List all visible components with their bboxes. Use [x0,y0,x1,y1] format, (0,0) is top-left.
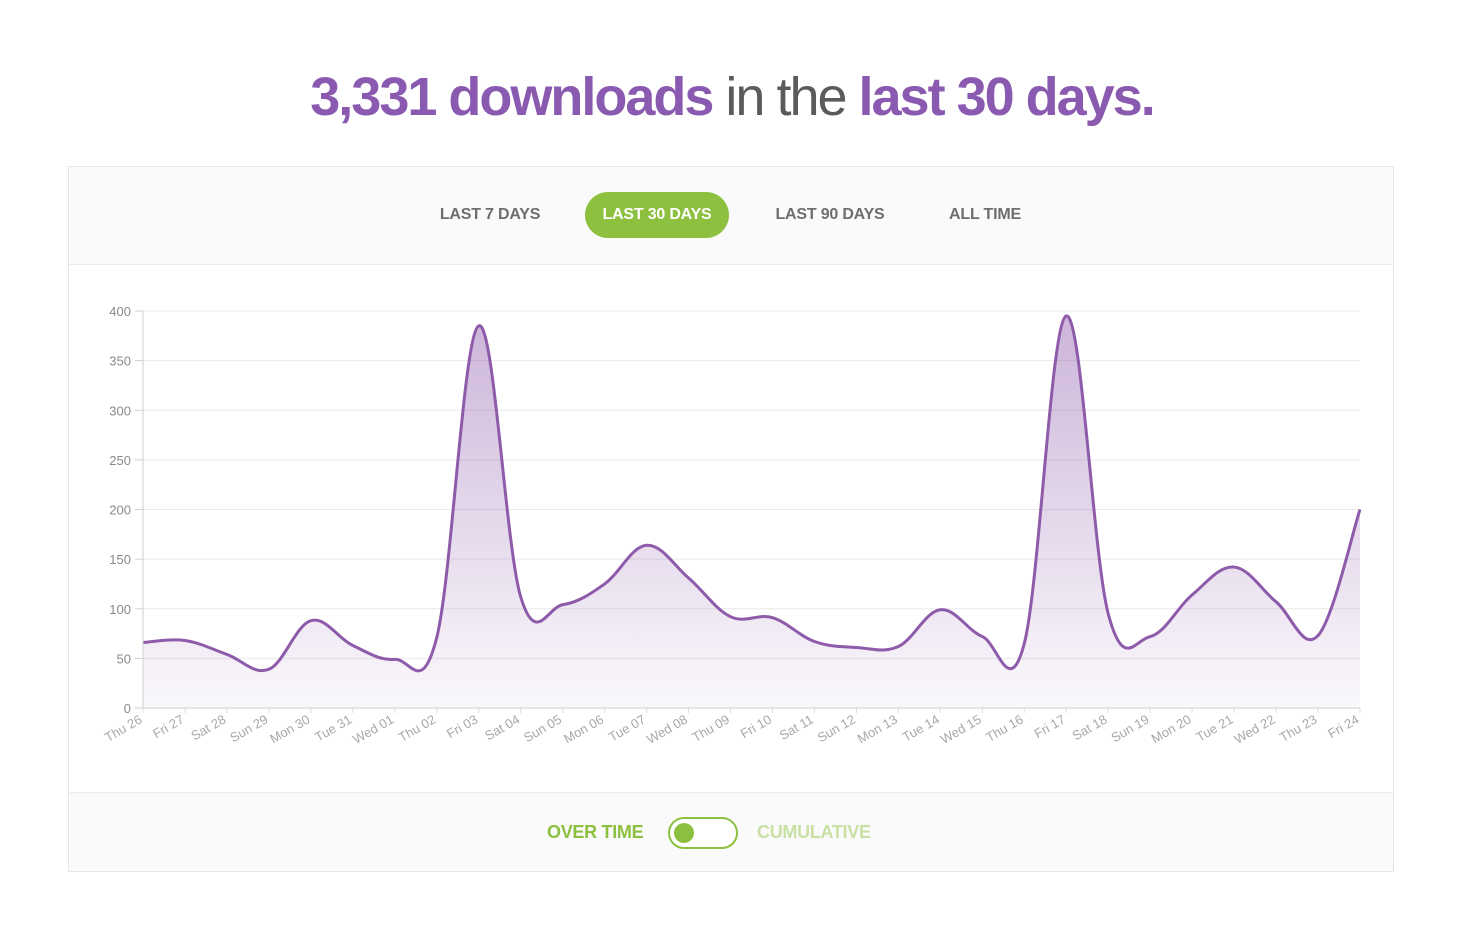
y-tick-label: 100 [109,602,131,617]
x-tick-label: Sat 04 [482,712,522,744]
data-point[interactable] [1060,310,1072,322]
y-tick-label: 150 [109,552,131,567]
data-point[interactable] [1186,589,1198,601]
data-point[interactable] [641,539,653,551]
x-tick-label: Sat 18 [1070,712,1110,744]
x-tick-label: Thu 09 [689,712,732,745]
downloads-chart: 050100150200250300350400 Thu 26 Fri 27 Sat… [102,304,1366,747]
x-tick-label: Sun 12 [815,712,858,746]
data-point[interactable] [725,611,737,623]
view-mode-toggle-bar: OVER TIME CUMULATIVE [69,792,1393,871]
x-tick-label: Thu 16 [983,712,1026,745]
headline-middle: in the [712,67,859,127]
x-tick-label: Sat 11 [777,712,816,743]
view-mode-switch[interactable] [668,817,738,849]
tab-all-time[interactable]: ALL TIME [927,192,1043,238]
data-point[interactable] [1102,608,1114,620]
data-point[interactable] [221,648,233,660]
x-tick-label: Mon 13 [855,712,900,747]
y-tick-label: 250 [109,453,131,468]
x-tick-label: Fri 27 [150,712,186,742]
x-tick-label: Mon 06 [561,712,606,747]
tab-last-90-days[interactable]: LAST 90 DAYS [757,192,903,238]
x-tick-label: Wed 15 [938,712,984,747]
x-tick-label: Thu 23 [1277,712,1320,745]
x-tick-label: Mon 20 [1149,712,1194,747]
data-point[interactable] [976,631,988,643]
y-tick-label: 350 [109,354,131,369]
x-tick-label: Sun 19 [1108,712,1151,746]
data-point[interactable] [557,599,569,611]
data-point[interactable] [1270,596,1282,608]
y-tick-label: 50 [117,651,131,666]
data-point[interactable] [431,632,443,644]
data-point[interactable] [473,320,485,332]
x-tick-label: Fri 17 [1031,712,1067,742]
tab-last-7-days[interactable]: LAST 7 DAYS [419,192,561,238]
headline: 3,331 downloads in the last 30 days. [0,62,1464,132]
data-point[interactable] [892,640,904,652]
x-tick-label: Sun 29 [227,712,270,746]
period-tabs: LAST 7 DAYS LAST 30 DAYS LAST 90 DAYS AL… [69,167,1393,265]
x-tick-label: Tue 14 [900,712,942,745]
x-tick-label: Tue 21 [1193,712,1235,745]
x-tick-label: Wed 08 [644,712,690,747]
data-point[interactable] [1144,631,1156,643]
y-tick-label: 400 [109,304,131,319]
x-tick-label: Fri 03 [444,712,480,742]
switch-knob [674,823,694,843]
chart-area: 0 50 100 150 200 250 300 350 400 Thu 26 Fri 27 Sat… [69,264,1393,794]
x-tick-label: Wed 22 [1231,712,1277,747]
tab-last-30-days[interactable]: LAST 30 DAYS [585,192,729,238]
over-time-label[interactable]: OVER TIME [547,819,644,845]
data-point[interactable] [1228,561,1240,573]
data-point[interactable] [515,591,527,603]
data-point[interactable] [347,639,359,651]
data-point[interactable] [263,663,275,675]
x-tick-label: Tue 31 [312,712,354,745]
x-tick-label: Wed 01 [350,712,396,747]
data-point[interactable] [934,604,946,616]
data-point[interactable] [766,612,778,624]
data-point[interactable] [850,641,862,653]
data-point[interactable] [389,653,401,665]
headline-count: 3,331 downloads [310,67,714,127]
x-tick-label: Thu 26 [102,712,145,745]
x-tick-label: Fri 24 [1325,712,1361,742]
data-point[interactable] [305,615,317,627]
downloads-card: LAST 7 DAYS LAST 30 DAYS LAST 90 DAYS AL… [68,166,1394,872]
data-point[interactable] [1354,504,1366,516]
y-tick-label: 300 [109,403,131,418]
y-tick-label: 200 [109,503,131,518]
data-point[interactable] [599,578,611,590]
x-tick-label: Tue 07 [606,712,648,745]
x-tick-label: Thu 02 [396,712,439,745]
data-point[interactable] [179,635,191,647]
x-tick-label: Fri 10 [738,712,774,742]
data-point[interactable] [1312,630,1324,642]
cumulative-label[interactable]: CUMULATIVE [757,819,871,845]
x-tick-label: Mon 30 [267,712,312,747]
series-area [143,315,1360,708]
y-tick-label: 0 [124,701,131,716]
x-tick-label: Sun 05 [521,712,564,746]
data-point[interactable] [808,636,820,648]
data-point[interactable] [1018,637,1030,649]
headline-period: last 30 days. [858,67,1156,127]
data-point[interactable] [683,572,695,584]
x-tick-label: Sat 28 [188,712,228,744]
